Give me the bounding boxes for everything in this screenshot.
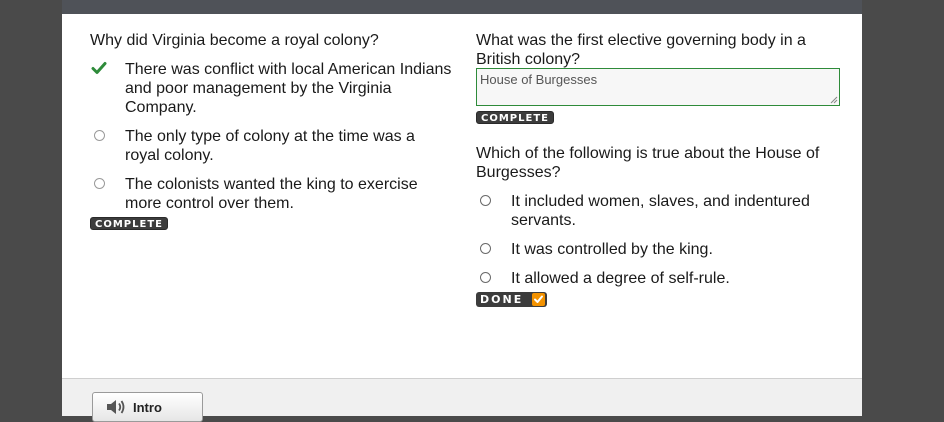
option-controlled-king[interactable]: It was controlled by the king. xyxy=(511,240,831,259)
resize-handle-icon[interactable] xyxy=(830,96,838,104)
question-prompt-virginia: Why did Virginia become a royal colony? xyxy=(90,32,379,49)
radio-option-self-rule[interactable] xyxy=(480,272,491,283)
option-only-type[interactable]: The only type of colony at the time was … xyxy=(125,127,445,165)
answer-textarea[interactable]: House of Burgesses xyxy=(476,68,840,106)
speaker-icon xyxy=(107,400,125,414)
complete-badge-right: COMPLETE xyxy=(476,111,554,124)
question-prompt-elective-body: What was the first elective governing bo… xyxy=(476,32,806,68)
radio-option-included-women[interactable] xyxy=(480,195,491,206)
intro-button[interactable]: Intro xyxy=(92,392,203,422)
option-self-rule[interactable]: It allowed a degree of self-rule. xyxy=(511,269,831,288)
complete-badge-left: COMPLETE xyxy=(90,217,168,230)
done-button[interactable]: DONE xyxy=(476,292,547,307)
option-king-control[interactable]: The colonists wanted the king to exercis… xyxy=(125,175,445,213)
answer-text: House of Burgesses xyxy=(480,72,598,87)
question-prompt-house-burgesses: Which of the following is true about the… xyxy=(476,145,820,181)
top-bar xyxy=(62,0,862,14)
radio-option-only-type[interactable] xyxy=(94,130,105,141)
option-conflict[interactable]: There was conflict with local American I… xyxy=(125,60,455,117)
option-included-women[interactable]: It included women, slaves, and indenture… xyxy=(511,192,831,230)
correct-check-icon xyxy=(91,62,107,74)
done-check-icon xyxy=(532,293,545,306)
done-label: DONE xyxy=(480,293,524,306)
radio-option-controlled-king[interactable] xyxy=(480,243,491,254)
radio-option-king-control[interactable] xyxy=(94,178,105,189)
intro-label: Intro xyxy=(133,400,162,415)
